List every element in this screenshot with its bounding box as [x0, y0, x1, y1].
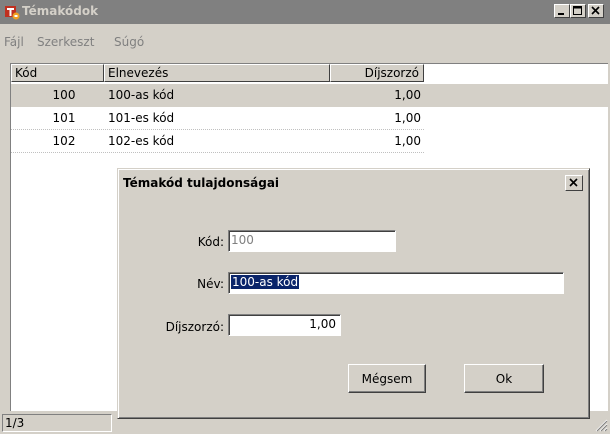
close-icon — [591, 6, 600, 15]
record-position: 1/3 — [2, 414, 112, 432]
column-header-code[interactable]: Kód — [11, 64, 104, 82]
multiplier-field[interactable]: 1,00 — [228, 314, 341, 336]
cell-multiplier: 1,00 — [394, 111, 421, 125]
name-field[interactable]: 100-as kód — [228, 272, 564, 294]
menu-help[interactable]: Súgó — [114, 35, 144, 49]
cell-code: 101 — [52, 111, 76, 125]
list-row[interactable]: 101 101-es kód 1,00 — [11, 107, 609, 130]
cell-code: 100 — [52, 88, 76, 102]
cancel-button[interactable]: Mégsem — [348, 364, 426, 393]
properties-dialog: Témakód tulajdonságai Kód: 100 Név: 100-… — [117, 168, 590, 419]
cell-name: 102-es kód — [108, 134, 175, 148]
dialog-title-bar[interactable]: Témakód tulajdonságai — [121, 172, 586, 194]
row-divider — [11, 152, 424, 153]
title-bar[interactable]: Témakódok — [0, 0, 610, 24]
resize-grip-icon[interactable] — [594, 418, 608, 432]
column-header-multiplier[interactable]: Díjszorzó — [330, 64, 424, 82]
close-icon — [569, 178, 578, 187]
menu-file[interactable]: Fájl — [4, 35, 24, 49]
minimize-button[interactable] — [554, 4, 570, 18]
dialog-close-button[interactable] — [565, 175, 583, 191]
ok-button[interactable]: Ok — [464, 364, 544, 393]
window-title: Témakódok — [22, 4, 99, 18]
cell-multiplier: 1,00 — [394, 88, 421, 102]
menu-edit[interactable]: Szerkeszt — [37, 35, 94, 49]
list-row[interactable]: 100 100-as kód 1,00 — [11, 84, 609, 107]
maximize-button[interactable] — [570, 4, 586, 18]
cell-name: 100-as kód — [108, 88, 175, 102]
maximize-icon — [573, 6, 582, 15]
code-label: Kód: — [197, 235, 224, 249]
name-label: Név: — [197, 277, 224, 291]
cell-code: 102 — [52, 134, 76, 148]
name-field-selection: 100-as kód — [231, 275, 300, 289]
code-field: 100 — [228, 230, 396, 252]
cell-name: 101-es kód — [108, 111, 175, 125]
column-header-name[interactable]: Elnevezés — [104, 64, 330, 82]
close-button[interactable] — [588, 4, 604, 18]
multiplier-label: Díjszorzó: — [165, 320, 224, 334]
app-icon — [4, 4, 20, 20]
list-row[interactable]: 102 102-es kód 1,00 — [11, 130, 609, 153]
dialog-title: Témakód tulajdonságai — [123, 176, 280, 190]
cell-multiplier: 1,00 — [394, 134, 421, 148]
minimize-icon — [558, 13, 564, 15]
